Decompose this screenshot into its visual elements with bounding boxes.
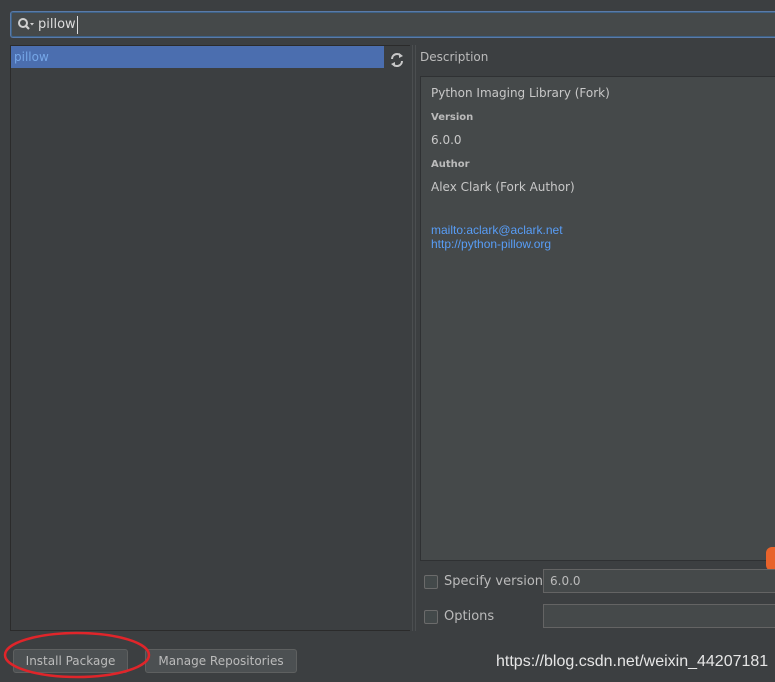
author-label: Author [431,159,470,170]
refresh-icon[interactable] [388,51,406,69]
search-input[interactable]: pillow [38,16,78,34]
specify-version-checkbox[interactable] [424,574,438,589]
package-summary: Python Imaging Library (Fork) [431,86,610,100]
options-field[interactable] [543,604,775,628]
refresh-column [384,45,410,631]
options-row: Options [424,609,494,624]
splitter-handle[interactable] [410,45,418,631]
manage-repositories-button[interactable]: Manage Repositories [145,649,297,673]
version-label: Version [431,112,474,123]
floating-badge [766,547,775,571]
specify-version-label: Specify version [444,574,544,589]
description-header: Description [420,50,489,64]
watermark-text: https://blog.csdn.net/weixin_44207181 [496,653,769,670]
list-item-pillow[interactable]: pillow [11,46,385,68]
options-label: Options [444,609,495,624]
author-value: Alex Clark (Fork Author) [431,180,575,194]
install-package-button[interactable]: Install Package [13,649,128,673]
search-icon[interactable] [17,17,35,33]
version-value: 6.0.0 [431,133,462,147]
description-panel: Python Imaging Library (Fork) Version 6.… [420,76,775,561]
email-link[interactable]: mailto:aclark@aclark.net [431,223,563,237]
options-checkbox[interactable] [424,609,438,624]
search-bar[interactable]: pillow [10,11,775,38]
version-field[interactable]: 6.0.0 [543,569,775,593]
homepage-link[interactable]: http://python-pillow.org [431,237,551,251]
specify-version-row: Specify version [424,574,543,589]
package-list[interactable]: pillow [10,45,386,631]
